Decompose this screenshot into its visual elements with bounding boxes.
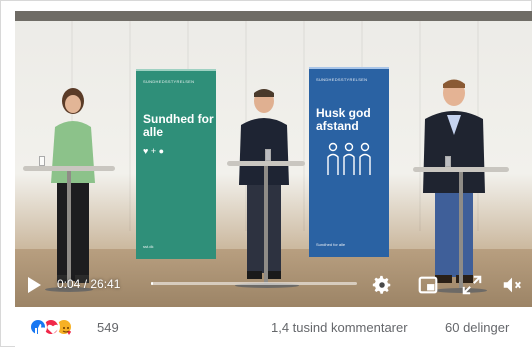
banner-husk-god-afstand: SUNDHEDSSTYRELSEN Husk god afstand Sundh… — [309, 67, 389, 257]
fullscreen-icon[interactable] — [461, 274, 483, 296]
like-reaction-icon — [29, 318, 47, 336]
engagement-bar: 549 1,4 tusind kommentarer 60 delinger — [15, 307, 532, 348]
banner-headline: Husk god afstand — [316, 106, 371, 133]
reactions-summary[interactable] — [29, 318, 89, 338]
water-glass — [265, 149, 271, 161]
water-glass — [39, 156, 45, 166]
table-leg — [264, 166, 268, 284]
reaction-count[interactable]: 549 — [97, 320, 119, 335]
banner-sundhed-for-alle: SUNDHEDSSTYRELSEN Sundhed for alle ♥ + ●… — [136, 69, 216, 259]
time-display: 0:04 / 26:41 — [57, 277, 121, 291]
video-frame[interactable]: SUNDHEDSSTYRELSEN Sundhed for alle ♥ + ●… — [15, 11, 532, 307]
shares-count[interactable]: 60 delinger — [445, 320, 509, 335]
speaker-left — [51, 88, 95, 283]
settings-gear-icon[interactable] — [371, 274, 393, 296]
picture-in-picture-icon[interactable] — [417, 274, 439, 296]
banner-header: SUNDHEDSSTYRELSEN — [143, 79, 195, 84]
play-icon[interactable] — [25, 276, 43, 294]
volume-muted-icon[interactable] — [501, 274, 523, 296]
comments-count[interactable]: 1,4 tusind kommentarer — [271, 320, 408, 335]
progress-fill — [151, 282, 153, 285]
speaker-right — [423, 79, 485, 283]
banner-symbols: ♥ + ● — [143, 146, 165, 156]
banner-footer: Sundhed for alle — [316, 242, 346, 247]
video-controls: 0:04 / 26:41 — [15, 269, 532, 303]
water-glass — [445, 156, 451, 167]
ceiling — [15, 11, 532, 21]
banner-footer: sst.dk — [143, 244, 154, 249]
progress-bar[interactable] — [151, 282, 357, 285]
video-post: SUNDHEDSSTYRELSEN Sundhed for alle ♥ + ●… — [0, 0, 532, 348]
banner-header: SUNDHEDSSTYRELSEN — [316, 77, 368, 82]
banner-headline: Sundhed for alle — [143, 112, 214, 139]
distance-people-icon — [327, 142, 371, 175]
